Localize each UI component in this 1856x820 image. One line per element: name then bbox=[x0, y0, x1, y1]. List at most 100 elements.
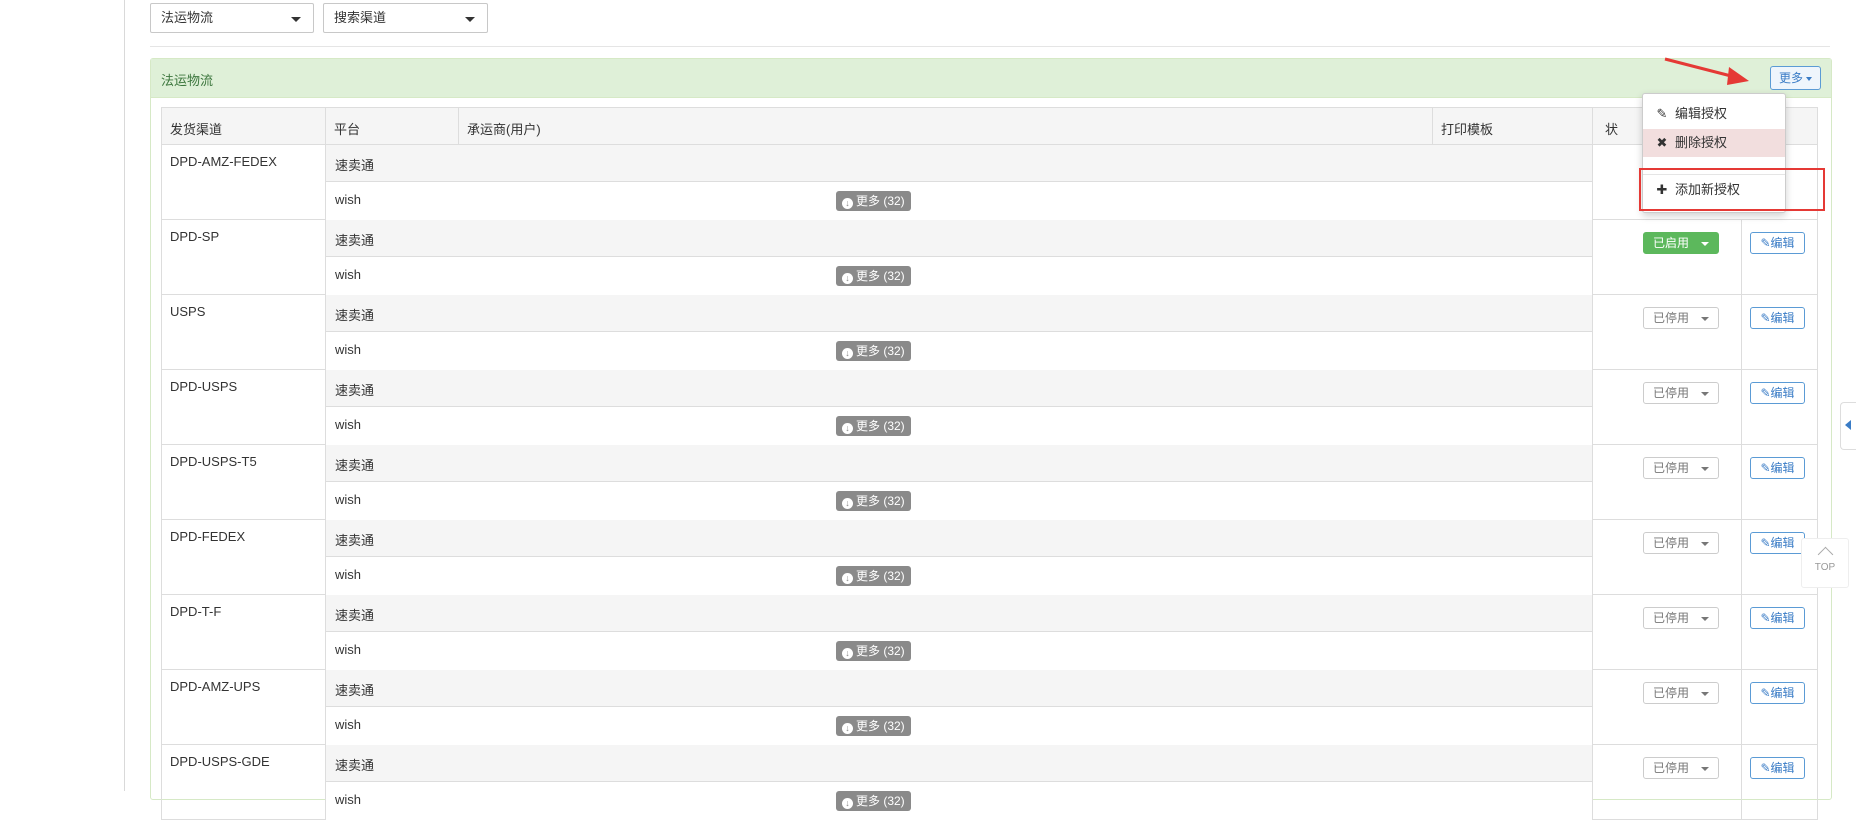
platform-row: 速卖通 bbox=[325, 370, 1592, 407]
edit-label: 编辑 bbox=[1770, 236, 1795, 250]
platform-row: 速卖通 bbox=[325, 145, 1592, 182]
close-icon: ✖ bbox=[1656, 135, 1668, 150]
expand-more-button[interactable]: ↓ 更多 (32) bbox=[836, 191, 911, 211]
divider bbox=[150, 46, 1830, 47]
expand-more-button[interactable]: ↓ 更多 (32) bbox=[836, 791, 911, 811]
platform-row: 速卖通 bbox=[325, 295, 1592, 332]
table-row: DPD-SP 速卖通 wish ↓ 更多 (32) 已启用 ✎编辑 bbox=[161, 220, 1818, 295]
platform-row: wish ↓ 更多 (32) bbox=[325, 707, 1592, 745]
platform-row: 速卖通 bbox=[325, 670, 1592, 707]
expand-more-label: 更多 (32) bbox=[856, 419, 905, 433]
caret-down-icon bbox=[1701, 467, 1709, 471]
edit-icon: ✎ bbox=[1760, 611, 1771, 625]
platform-label: wish bbox=[335, 717, 362, 732]
status-label: 已启用 bbox=[1653, 236, 1690, 250]
back-to-top-button[interactable]: TOP bbox=[1801, 538, 1849, 588]
edit-button[interactable]: ✎编辑 bbox=[1750, 532, 1805, 554]
status-toggle-button[interactable]: 已停用 bbox=[1643, 457, 1719, 479]
header-print-template: 打印模板 bbox=[1441, 122, 1494, 137]
edit-button[interactable]: ✎编辑 bbox=[1750, 307, 1805, 329]
platform-label: 速卖通 bbox=[335, 233, 375, 248]
status-label: 已停用 bbox=[1653, 386, 1690, 400]
logistics-select[interactable]: 法运物流 bbox=[150, 3, 314, 33]
side-collapse-tab[interactable] bbox=[1840, 402, 1856, 450]
more-button-label: 更多 bbox=[1778, 71, 1803, 85]
expand-more-button[interactable]: ↓ 更多 (32) bbox=[836, 716, 911, 736]
expand-more-label: 更多 (32) bbox=[856, 344, 905, 358]
edit-label: 编辑 bbox=[1770, 761, 1795, 775]
expand-more-button[interactable]: ↓ 更多 (32) bbox=[836, 641, 911, 661]
download-circle-icon: ↓ bbox=[842, 348, 853, 359]
status-label: 已停用 bbox=[1653, 611, 1690, 625]
more-button[interactable]: 更多 bbox=[1769, 66, 1821, 90]
channel-name: DPD-USPS bbox=[170, 379, 238, 394]
table-row: DPD-FEDEX 速卖通 wish ↓ 更多 (32) 已停用 ✎编辑 bbox=[161, 520, 1818, 595]
logistics-select-value: 法运物流 bbox=[161, 10, 214, 25]
platform-row: 速卖通 bbox=[325, 445, 1592, 482]
status-toggle-button[interactable]: 已停用 bbox=[1643, 382, 1719, 404]
status-label: 已停用 bbox=[1653, 461, 1690, 475]
platform-label: 速卖通 bbox=[335, 683, 375, 698]
expand-more-label: 更多 (32) bbox=[856, 794, 905, 808]
expand-more-label: 更多 (32) bbox=[856, 719, 905, 733]
download-circle-icon: ↓ bbox=[842, 573, 853, 584]
platform-label: wish bbox=[335, 417, 362, 432]
platform-label: 速卖通 bbox=[335, 458, 375, 473]
edit-icon: ✎ bbox=[1760, 236, 1771, 250]
platform-row: 速卖通 bbox=[325, 520, 1592, 557]
status-cell-border bbox=[1741, 220, 1742, 295]
menu-item-delete-auth[interactable]: ✖ 删除授权 bbox=[1643, 129, 1785, 157]
chevron-up-icon bbox=[1817, 546, 1833, 563]
download-circle-icon: ↓ bbox=[842, 498, 853, 509]
expand-more-button[interactable]: ↓ 更多 (32) bbox=[836, 266, 911, 286]
edit-button[interactable]: ✎编辑 bbox=[1750, 682, 1805, 704]
status-toggle-button[interactable]: 已启用 bbox=[1643, 232, 1719, 254]
status-label: 已停用 bbox=[1653, 686, 1690, 700]
edit-icon: ✎ bbox=[1760, 461, 1771, 475]
platform-label: wish bbox=[335, 642, 362, 657]
expand-more-button[interactable]: ↓ 更多 (32) bbox=[836, 341, 911, 361]
menu-item-edit-auth[interactable]: ✎ 编辑授权 bbox=[1643, 100, 1785, 128]
expand-more-button[interactable]: ↓ 更多 (32) bbox=[836, 566, 911, 586]
caret-down-icon bbox=[1701, 317, 1709, 321]
edit-button[interactable]: ✎编辑 bbox=[1750, 607, 1805, 629]
status-toggle-button[interactable]: 已停用 bbox=[1643, 607, 1719, 629]
table-row: DPD-AMZ-FEDEX 速卖通 wish ↓ 更多 (32) bbox=[161, 145, 1818, 220]
print-template-cell-border bbox=[1592, 520, 1593, 595]
status-cell-border bbox=[1741, 595, 1742, 670]
platform-row: wish ↓ 更多 (32) bbox=[325, 407, 1592, 445]
edit-icon: ✎ bbox=[1760, 311, 1771, 325]
edit-icon: ✎ bbox=[1760, 686, 1771, 700]
platform-row: 速卖通 bbox=[325, 220, 1592, 257]
download-circle-icon: ↓ bbox=[842, 798, 853, 809]
edit-button[interactable]: ✎编辑 bbox=[1750, 232, 1805, 254]
edit-icon: ✎ bbox=[1760, 536, 1771, 550]
status-cell-border bbox=[1741, 670, 1742, 745]
platform-label: 速卖通 bbox=[335, 158, 375, 173]
edit-button[interactable]: ✎编辑 bbox=[1750, 382, 1805, 404]
menu-item-label: 编辑授权 bbox=[1675, 106, 1728, 121]
header-divider bbox=[458, 108, 459, 146]
platform-row: wish ↓ 更多 (32) bbox=[325, 632, 1592, 670]
edit-label: 编辑 bbox=[1770, 536, 1795, 550]
caret-down-icon bbox=[465, 17, 475, 22]
edit-button[interactable]: ✎编辑 bbox=[1750, 457, 1805, 479]
caret-left-icon bbox=[1845, 420, 1851, 430]
status-toggle-button[interactable]: 已停用 bbox=[1643, 682, 1719, 704]
table-row: DPD-USPS-T5 速卖通 wish ↓ 更多 (32) 已停用 ✎编辑 bbox=[161, 445, 1818, 520]
platform-label: wish bbox=[335, 192, 362, 207]
status-toggle-button[interactable]: 已停用 bbox=[1643, 307, 1719, 329]
status-label: 已停用 bbox=[1653, 311, 1690, 325]
status-toggle-button[interactable]: 已停用 bbox=[1643, 532, 1719, 554]
print-template-cell-border bbox=[1592, 445, 1593, 520]
channel-select[interactable]: 搜索渠道 bbox=[323, 3, 488, 33]
status-toggle-button[interactable]: 已停用 bbox=[1643, 757, 1719, 779]
edit-button[interactable]: ✎编辑 bbox=[1750, 757, 1805, 779]
expand-more-button[interactable]: ↓ 更多 (32) bbox=[836, 491, 911, 511]
download-circle-icon: ↓ bbox=[842, 648, 853, 659]
expand-more-button[interactable]: ↓ 更多 (32) bbox=[836, 416, 911, 436]
platform-row: 速卖通 bbox=[325, 745, 1592, 782]
table-row: DPD-USPS-GDE 速卖通 wish ↓ 更多 (32) 已停用 ✎编辑 bbox=[161, 745, 1818, 820]
status-label: 已停用 bbox=[1653, 761, 1690, 775]
status-cell-border bbox=[1741, 370, 1742, 445]
